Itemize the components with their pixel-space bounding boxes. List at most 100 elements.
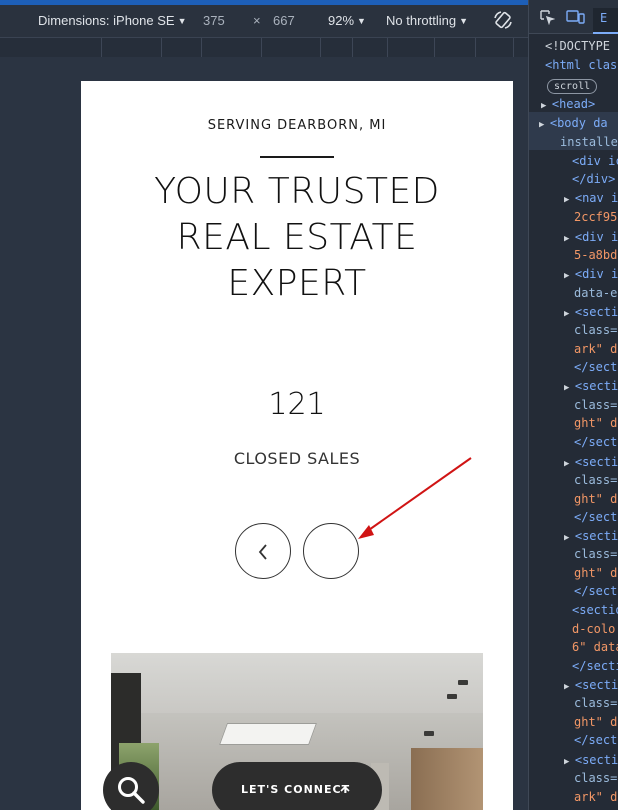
dom-tree-line[interactable]: ▶ <div i bbox=[564, 228, 618, 247]
dom-tree-line[interactable]: </sect bbox=[574, 582, 617, 601]
dom-tree-line[interactable]: </sect bbox=[574, 358, 617, 377]
dom-tree-line[interactable]: <div ic bbox=[572, 152, 618, 171]
dom-tree-text: </sect bbox=[574, 510, 618, 524]
dom-tree-line[interactable]: installe bbox=[560, 133, 618, 152]
lets-connect-button[interactable]: LET'S CONNECT bbox=[212, 762, 382, 810]
dom-tree-line[interactable]: </div> bbox=[572, 170, 615, 189]
serving-location: SERVING DEARBORN, MI bbox=[207, 118, 387, 133]
dom-tree-line[interactable]: ▶ <secti bbox=[564, 527, 618, 546]
dom-tree-line[interactable]: ▶ <body da bbox=[539, 114, 608, 133]
carousel-next-button[interactable] bbox=[303, 523, 359, 579]
tab-elements[interactable]: E bbox=[593, 8, 618, 34]
dom-tree-line[interactable]: 2ccf95 bbox=[574, 208, 617, 227]
dom-tree-line[interactable]: ▶ <secti bbox=[564, 676, 618, 695]
dom-tree-text: installe bbox=[560, 135, 618, 149]
dom-tree-line[interactable]: class= bbox=[574, 396, 617, 415]
dom-tree-line[interactable]: ark" d bbox=[574, 788, 617, 807]
dom-tree-line[interactable]: </sect bbox=[574, 433, 617, 452]
dom-tree-line[interactable]: <sectio bbox=[572, 601, 618, 620]
dom-tree-text: class= bbox=[574, 323, 618, 337]
expand-triangle-icon[interactable]: ▶ bbox=[539, 120, 550, 130]
dom-tree-line[interactable]: ght" d bbox=[574, 713, 617, 732]
dom-tree-line[interactable]: ▶ <head> bbox=[541, 95, 595, 114]
dom-tree-line[interactable]: </sect bbox=[574, 508, 617, 527]
dom-tree-line[interactable]: ▶ <secti bbox=[564, 751, 618, 770]
expand-triangle-icon[interactable]: ▶ bbox=[564, 757, 575, 767]
dom-tree-line[interactable]: ▶ <secti bbox=[564, 453, 618, 472]
dom-tree-text: <div i bbox=[574, 267, 618, 281]
dom-tree-text: <html clas bbox=[545, 58, 618, 72]
dom-tree-line[interactable]: data-e bbox=[574, 284, 617, 303]
device-toolbar: Dimensions: iPhone SE ▼ 375 × 667 92% ▼ No… bbox=[0, 5, 528, 37]
expand-triangle-icon[interactable]: ▶ bbox=[541, 101, 552, 111]
page-headline: YOUR TRUSTED REAL ESTATE EXPERT bbox=[81, 169, 513, 307]
device-toggle-icon[interactable] bbox=[566, 9, 586, 28]
dom-tree-line[interactable]: ght" d bbox=[574, 564, 617, 583]
dom-tree-line[interactable]: ▶ <secti bbox=[564, 303, 618, 322]
search-button[interactable] bbox=[103, 762, 159, 810]
dom-tree-line[interactable]: d-colo bbox=[572, 620, 615, 639]
dom-tree-line[interactable]: ▶ <secti bbox=[564, 377, 618, 396]
expand-triangle-icon[interactable]: ▶ bbox=[564, 234, 575, 244]
expand-triangle-icon[interactable]: ▶ bbox=[564, 271, 575, 281]
headline-line: YOUR TRUSTED bbox=[154, 171, 440, 212]
dom-tree-line[interactable]: class= bbox=[574, 769, 617, 788]
dom-tree-line[interactable]: 5-a8bd bbox=[574, 246, 617, 265]
headline-line: REAL ESTATE bbox=[176, 217, 418, 258]
dom-tree-text: 6" data bbox=[572, 640, 618, 654]
dom-tree-line[interactable]: </sect bbox=[574, 731, 617, 750]
expand-triangle-icon[interactable]: ▶ bbox=[564, 533, 575, 543]
expand-triangle-icon[interactable]: ▶ bbox=[564, 682, 575, 692]
dom-tree-text: </div> bbox=[572, 172, 616, 186]
dom-tree-text: <div ic bbox=[572, 154, 618, 168]
dom-tree-line[interactable]: class= bbox=[574, 545, 617, 564]
dom-tree-text: </sect bbox=[574, 584, 618, 598]
dom-tree-text: ght" d bbox=[574, 492, 618, 506]
dom-tree-text: ght" d bbox=[574, 416, 618, 430]
headline-line: EXPERT bbox=[227, 263, 367, 304]
dom-tree-line[interactable]: 6" data bbox=[572, 638, 618, 657]
times-label: × bbox=[253, 13, 261, 28]
dom-tree-text: d-colo bbox=[572, 622, 616, 636]
dom-tree-line[interactable]: <html clas bbox=[545, 56, 617, 75]
dom-tree-text: <head> bbox=[551, 97, 596, 111]
dom-tree-text: ark" d bbox=[574, 790, 618, 804]
expand-triangle-icon[interactable]: ▶ bbox=[564, 309, 575, 319]
dom-tree-text: class= bbox=[574, 771, 618, 785]
width-input[interactable]: 375 bbox=[203, 13, 225, 28]
dom-tree-line[interactable]: ght" d bbox=[574, 414, 617, 433]
dom-tree-text: ark" d bbox=[574, 342, 618, 356]
dom-tree-text: <secti bbox=[574, 529, 618, 543]
dom-tree-text: </sect bbox=[574, 733, 618, 747]
dom-tree-text: <div i bbox=[574, 230, 618, 244]
dom-tree-text: <sectio bbox=[572, 603, 618, 617]
dom-tree-line[interactable]: <!DOCTYPE bbox=[545, 37, 610, 56]
connect-label: LET'S CONNECT bbox=[241, 783, 351, 796]
expand-triangle-icon[interactable]: ▶ bbox=[564, 459, 575, 469]
devtools-panel: E <!DOCTYPE <html clas scroll ▶ <head> ▶ <bo… bbox=[528, 0, 618, 810]
dom-tree-line[interactable]: ght" d bbox=[574, 490, 617, 509]
throttling-select[interactable]: No throttling ▼ bbox=[386, 13, 468, 28]
dom-tree-line[interactable]: ark" d bbox=[574, 340, 617, 359]
dom-tree-line[interactable]: class= bbox=[574, 694, 617, 713]
dom-tree-line[interactable]: scroll bbox=[547, 76, 598, 95]
expand-triangle-icon[interactable]: ▶ bbox=[564, 195, 575, 205]
zoom-select[interactable]: 92% ▼ bbox=[328, 13, 366, 28]
dom-tree-text: data-e bbox=[574, 286, 618, 300]
rotate-icon[interactable] bbox=[493, 10, 513, 30]
dom-tree-line[interactable]: </secti bbox=[572, 657, 618, 676]
dom-tree-text: class= bbox=[574, 473, 618, 487]
dom-tree-text: ght" d bbox=[574, 715, 618, 729]
dom-tree-line[interactable]: ▶ <div i bbox=[564, 265, 618, 284]
dom-tree-line[interactable]: class= bbox=[574, 321, 617, 340]
dom-tree-text: <secti bbox=[574, 455, 618, 469]
expand-triangle-icon[interactable]: ▶ bbox=[564, 383, 575, 393]
ruler-strip bbox=[0, 37, 528, 57]
inspect-element-icon[interactable] bbox=[539, 9, 556, 28]
device-dimensions-select[interactable]: Dimensions: iPhone SE ▼ bbox=[38, 13, 187, 28]
dom-tree-line[interactable]: class= bbox=[574, 471, 617, 490]
chevron-up-icon bbox=[340, 785, 350, 792]
dom-tree-line[interactable]: ▶ <nav i bbox=[564, 189, 618, 208]
height-input[interactable]: 667 bbox=[273, 13, 295, 28]
carousel-prev-button[interactable] bbox=[235, 523, 291, 579]
